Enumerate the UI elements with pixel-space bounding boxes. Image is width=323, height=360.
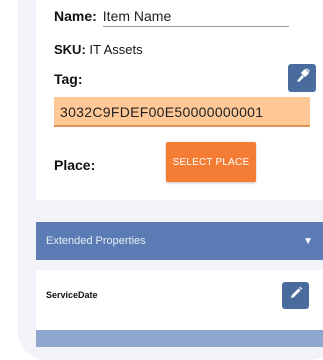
name-input[interactable] xyxy=(102,8,289,27)
pencil-icon xyxy=(289,286,303,305)
scan-tag-button[interactable] xyxy=(288,64,316,92)
service-date-row: ServiceDate xyxy=(36,270,323,322)
tag-label: Tag: xyxy=(54,71,83,87)
extended-properties-header[interactable]: Extended Properties ▼ xyxy=(36,222,323,260)
edit-service-date-button[interactable] xyxy=(282,282,309,309)
tag-input[interactable]: 3032C9FDEF00E50000000001 xyxy=(54,97,310,127)
item-detail-screen: Name: SKU: IT Assets Tag: 3032C9FDEF00E5… xyxy=(32,0,323,347)
sku-label: SKU: xyxy=(54,42,86,57)
rfid-scanner-icon xyxy=(293,67,311,90)
extended-properties-label: Extended Properties xyxy=(46,235,146,247)
triangle-down-icon: ▼ xyxy=(303,235,313,247)
section-divider xyxy=(36,260,323,270)
place-label: Place: xyxy=(54,157,96,173)
section-divider xyxy=(36,200,323,222)
select-place-button[interactable]: SELECT PLACE xyxy=(166,142,256,182)
item-info-card: Name: SKU: IT Assets Tag: 3032C9FDEF00E5… xyxy=(36,0,323,200)
service-date-label: ServiceDate xyxy=(46,290,98,300)
sku-row: SKU: IT Assets xyxy=(54,42,143,57)
name-row: Name: xyxy=(54,8,289,27)
next-section-bar xyxy=(36,330,323,347)
name-label: Name: xyxy=(54,8,97,24)
sku-value: IT Assets xyxy=(89,42,143,57)
